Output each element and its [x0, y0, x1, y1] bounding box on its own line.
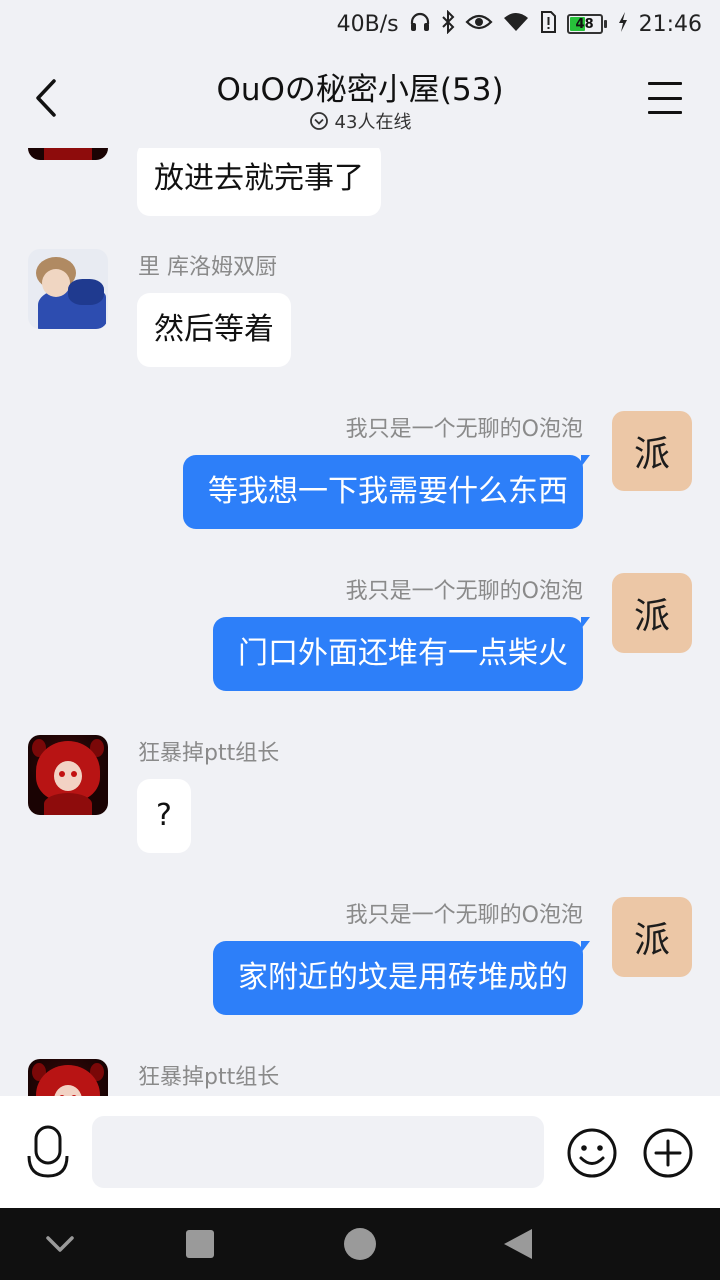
avatar[interactable]: 派 [612, 411, 692, 491]
avatar[interactable]: 派 [612, 897, 692, 977]
avatar[interactable] [28, 735, 108, 815]
nav-back-button[interactable] [40, 1226, 80, 1262]
microphone-icon [27, 1125, 69, 1178]
group-title[interactable]: OuOの秘密小屋(53) [0, 64, 720, 109]
message-bubble[interactable]: 放进去就完事了 [137, 148, 381, 216]
message-bubble[interactable]: 门口外面还堆有一点柴火 [213, 617, 590, 691]
online-count[interactable]: 43人在线 [0, 108, 720, 134]
avatar-glyph: 派 [633, 434, 670, 475]
menu-icon [648, 82, 682, 85]
sender-name: 狂暴掉ptt组长 [138, 1065, 280, 1090]
emoji-icon [567, 1128, 617, 1178]
input-bar [0, 1096, 720, 1208]
message-bubble[interactable]: ? [137, 779, 191, 853]
avatar[interactable] [28, 249, 108, 329]
message-bubble[interactable]: 然后等着 [137, 293, 291, 367]
avatar-glyph: 派 [633, 920, 670, 961]
headphone-icon [409, 11, 431, 38]
chat-header: OuOの秘密小屋(53) 43人在线 [0, 48, 720, 148]
clock: 21:46 [638, 11, 702, 37]
voice-button[interactable] [24, 1122, 72, 1182]
system-nav-bar [0, 1208, 720, 1280]
message-list[interactable]: 放进去就完事了 里 库洛姆双厨 然后等着 派 我只是一个无聊的O泡泡 等我想一下… [0, 148, 720, 1096]
battery-indicator: 48 [566, 14, 607, 34]
chevron-down-circle-icon [309, 112, 328, 130]
wifi-icon [503, 11, 529, 38]
nav-back-icon [46, 1236, 74, 1252]
battery-level: 48 [575, 16, 594, 32]
nav-recents-button[interactable] [184, 1228, 216, 1260]
net-speed: 40B/s [336, 11, 399, 37]
plus-icon [643, 1128, 693, 1178]
status-bar: 40B/s 48 21:46 [0, 0, 720, 48]
online-count-label: 43人在线 [334, 112, 412, 133]
avatar[interactable]: 派 [612, 573, 692, 653]
plus-button[interactable] [642, 1127, 694, 1179]
nav-recents-icon [186, 1230, 214, 1258]
sender-name: 我只是一个无聊的O泡泡 [345, 417, 583, 442]
sim-alert-icon [539, 10, 557, 39]
message-bubble[interactable]: 家附近的坟是用砖堆成的 [213, 941, 590, 1015]
menu-button[interactable] [648, 78, 682, 118]
eye-icon [465, 12, 493, 37]
nav-triangle-button[interactable] [500, 1226, 536, 1262]
message-input[interactable] [92, 1116, 544, 1188]
nav-home-icon [344, 1228, 376, 1260]
bluetooth-icon [441, 9, 455, 39]
sender-name: 狂暴掉ptt组长 [138, 741, 280, 766]
nav-home-button[interactable] [342, 1226, 378, 1262]
sender-name: 里 库洛姆双厨 [138, 255, 277, 280]
avatar-glyph: 派 [633, 596, 670, 637]
emoji-button[interactable] [566, 1127, 618, 1179]
charging-icon [617, 11, 629, 38]
message-bubble[interactable]: 等我想一下我需要什么东西 [183, 455, 590, 529]
nav-triangle-icon [504, 1229, 532, 1259]
sender-name: 我只是一个无聊的O泡泡 [345, 579, 583, 604]
sender-name: 我只是一个无聊的O泡泡 [345, 903, 583, 928]
avatar[interactable] [28, 148, 108, 160]
avatar[interactable] [28, 1059, 108, 1096]
